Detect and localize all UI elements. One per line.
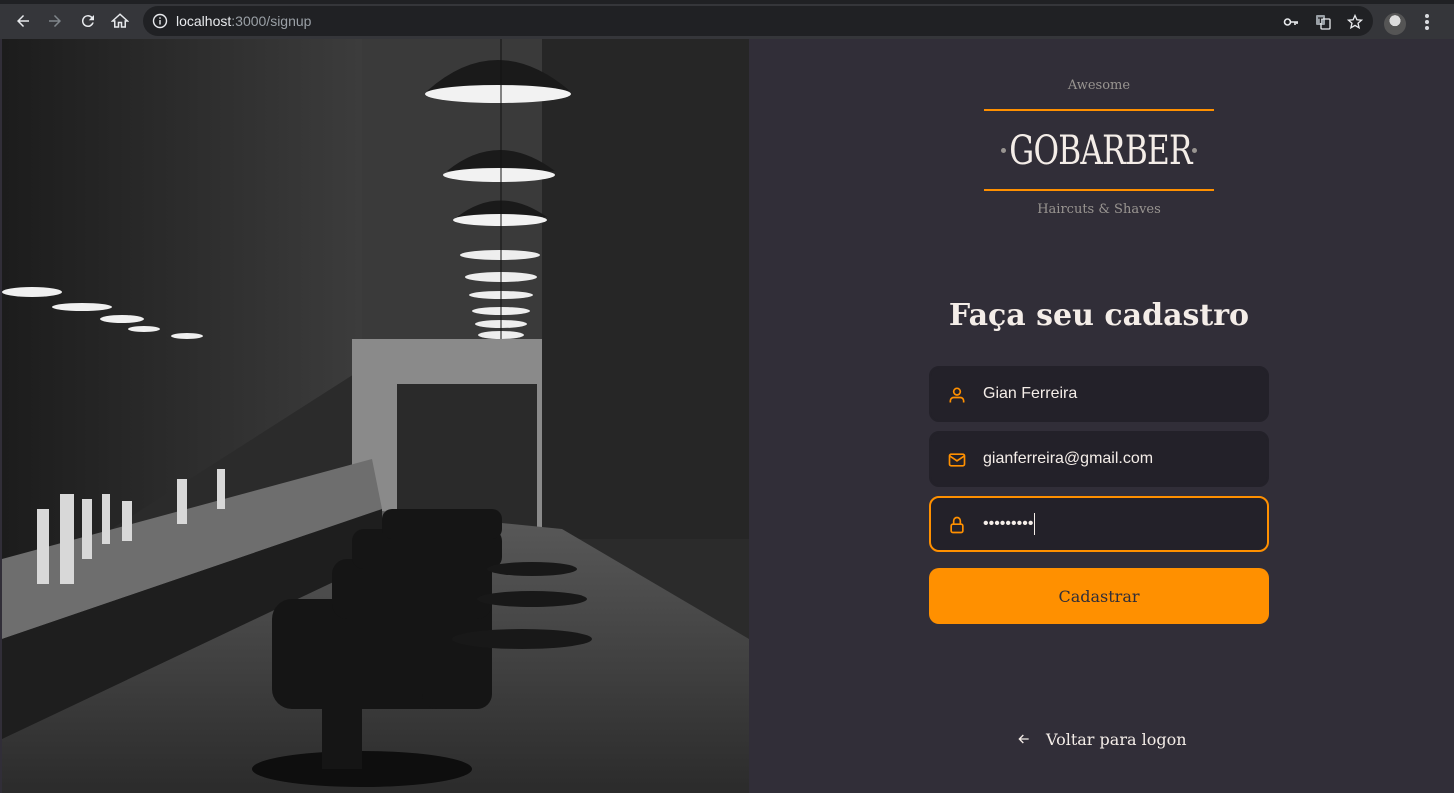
name-value[interactable]: Gian Ferreira: [983, 368, 1077, 420]
logo-divider-top: [984, 109, 1214, 111]
bookmark-star-icon[interactable]: [1347, 14, 1363, 30]
back-link-label[interactable]: Voltar para logon: [1046, 730, 1187, 749]
menu-dots-icon[interactable]: [1419, 12, 1435, 34]
barbershop-background-image: [2, 39, 749, 793]
password-field[interactable]: •••••••••: [929, 496, 1269, 552]
mail-icon: [948, 453, 966, 467]
back-to-logon-link[interactable]: Voltar para logon: [1016, 728, 1187, 750]
logo-dot-left: [1001, 148, 1006, 153]
user-icon: [949, 387, 965, 403]
forward-arrow-icon[interactable]: [43, 9, 67, 33]
home-icon[interactable]: [108, 9, 132, 33]
url-text[interactable]: localhost:3000/signup: [176, 6, 311, 36]
profile-avatar[interactable]: [1384, 13, 1406, 35]
address-bar[interactable]: localhost:3000/signup: [143, 6, 1373, 36]
logo-tagline-bottom: Haircuts & Shaves: [1037, 202, 1161, 217]
logo-tagline-top: Awesome: [1067, 78, 1131, 93]
back-arrow-icon[interactable]: [11, 9, 35, 33]
signup-submit-button[interactable]: Cadastrar: [929, 568, 1269, 624]
text-caret: [1034, 512, 1036, 535]
logo-wordmark: GOBARBER: [1009, 128, 1192, 174]
name-field[interactable]: Gian Ferreira: [929, 366, 1269, 422]
email-field[interactable]: gianferreira@gmail.com: [929, 431, 1269, 487]
lock-icon: [950, 516, 964, 534]
password-value[interactable]: •••••••••: [983, 498, 1036, 550]
email-value[interactable]: gianferreira@gmail.com: [983, 433, 1153, 485]
info-icon[interactable]: [152, 13, 168, 29]
key-icon[interactable]: [1283, 14, 1299, 30]
browser-toolbar: localhost:3000/signup: [0, 0, 1454, 39]
arrow-left-icon: [1018, 734, 1029, 744]
translate-icon[interactable]: [1315, 14, 1331, 30]
page-title: Faça seu cadastro: [948, 298, 1250, 333]
logo-divider-bottom: [984, 189, 1214, 191]
reload-icon[interactable]: [76, 9, 100, 33]
logo-dot-right: [1192, 148, 1197, 153]
